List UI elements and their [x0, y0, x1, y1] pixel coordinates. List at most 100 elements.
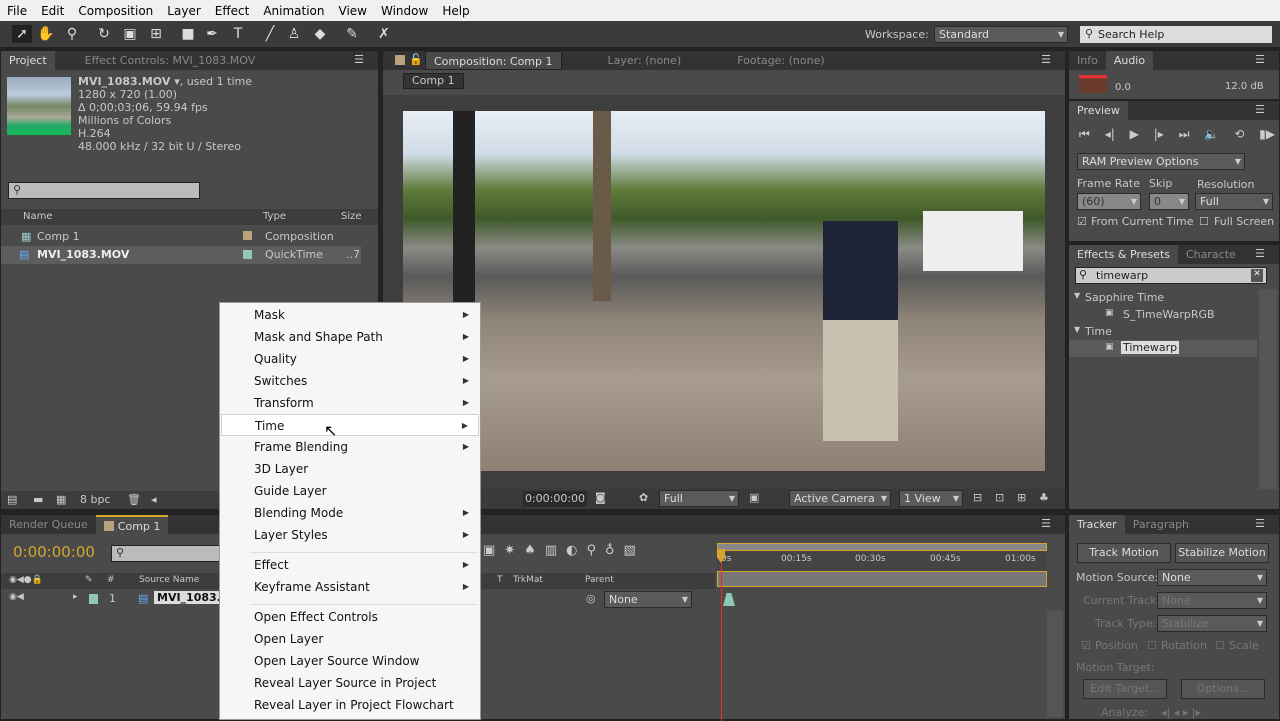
menu-item-guide-layer[interactable]: Guide Layer [221, 480, 479, 502]
panel-menu-icon[interactable]: ☰ [1255, 53, 1265, 66]
puppet-pin-tool-icon[interactable]: ✗ [374, 25, 394, 43]
pickwhip-icon[interactable]: ◎ [586, 592, 596, 605]
menu-item-blending-mode[interactable]: Blending Mode ▶ [221, 502, 479, 524]
tab-effect-controls[interactable]: Effect Controls: MVI_1083.MOV [55, 51, 264, 70]
label-color[interactable] [243, 231, 252, 240]
resolution-select[interactable]: Full [1195, 193, 1273, 210]
keyframe-marker[interactable] [723, 593, 735, 606]
expand-triangle-icon[interactable]: ▸ [73, 592, 78, 602]
tab-render-queue[interactable]: Render Queue [1, 515, 96, 534]
comp-viewer[interactable] [383, 95, 1065, 489]
ram-preview-icon[interactable]: ▮▶ [1259, 127, 1275, 142]
tab-composition[interactable]: Composition: Comp 1 [425, 51, 562, 70]
interpret-footage-icon[interactable]: ▤ [7, 493, 17, 506]
menu-edit[interactable]: Edit [34, 4, 71, 18]
view-layout-select[interactable]: 1 View [899, 490, 963, 507]
resolution-select[interactable]: Full [659, 490, 739, 507]
full-screen-checkbox[interactable]: ☐ [1199, 215, 1209, 228]
col-source-name[interactable]: Source Name [139, 575, 199, 585]
tab-preview[interactable]: Preview [1069, 101, 1128, 120]
first-frame-icon[interactable]: ⏮ [1079, 127, 1090, 142]
mute-icon[interactable]: 🔈 [1204, 127, 1219, 142]
tab-paragraph[interactable]: Paragraph [1125, 515, 1197, 534]
hand-tool-icon[interactable]: ✋ [36, 25, 56, 43]
brush-tool-icon[interactable]: ╱ [260, 25, 280, 43]
menu-item-mask[interactable]: Mask ▶ [221, 304, 479, 326]
timeline-scrollbar[interactable] [1047, 611, 1063, 717]
camera-tool-icon[interactable]: ▣ [120, 25, 140, 43]
tab-character[interactable]: Characte [1178, 245, 1244, 264]
parent-select[interactable]: None [604, 591, 692, 608]
tree-item-s-timewarprgb[interactable]: ▣ S_TimeWarpRGB [1069, 306, 1257, 323]
scroll-left-icon[interactable]: ◂ [151, 493, 157, 506]
clone-stamp-tool-icon[interactable]: ♙ [284, 25, 304, 43]
col-size[interactable]: Size [341, 211, 362, 222]
menu-animation[interactable]: Animation [256, 4, 331, 18]
menu-item-effect[interactable]: Effect ▶ [221, 554, 479, 576]
time-ruler[interactable]: 0s 00:15s 00:30s 00:45s 01:00s [717, 543, 1047, 573]
lock-icon[interactable]: 🔓 [409, 53, 423, 66]
menu-window[interactable]: Window [374, 4, 435, 18]
comp-breadcrumb[interactable]: Comp 1 [403, 73, 464, 89]
menu-item-switches[interactable]: Switches ▶ [221, 370, 479, 392]
track-motion-button[interactable]: Track Motion [1077, 543, 1171, 563]
play-icon[interactable]: ▶ [1130, 127, 1139, 142]
rectangle-tool-icon[interactable]: ■ [178, 25, 198, 43]
last-frame-icon[interactable]: ⏭ [1179, 127, 1190, 142]
menu-item-layer-styles[interactable]: Layer Styles ▶ [221, 524, 479, 546]
menu-item-open-layer[interactable]: Open Layer [221, 628, 479, 650]
work-area-bar[interactable] [717, 543, 1047, 551]
tree-item-timewarp[interactable]: ▣ Timewarp [1069, 340, 1257, 357]
menu-item-frame-blending[interactable]: Frame Blending ▶ [221, 436, 479, 458]
tree-icon[interactable]: ♣ [1039, 491, 1049, 504]
col-type[interactable]: Type [263, 211, 286, 222]
menu-item-quality[interactable]: Quality ▶ [221, 348, 479, 370]
effects-search-input[interactable]: timewarp [1075, 267, 1267, 284]
menu-item-3d-layer[interactable]: 3D Layer [221, 458, 479, 480]
menu-item-time[interactable]: Time ▶ [221, 414, 479, 436]
stabilize-motion-button[interactable]: Stabilize Motion [1175, 543, 1269, 563]
layer-duration-bar[interactable] [717, 571, 1047, 587]
tab-effects-presets[interactable]: Effects & Presets [1069, 245, 1178, 264]
text-tool-icon[interactable]: T [228, 25, 248, 43]
tab-tracker[interactable]: Tracker [1069, 515, 1125, 534]
tab-comp-1[interactable]: Comp 1 [95, 515, 169, 534]
project-item-comp[interactable]: ▦ Comp 1 Composition [1, 228, 361, 246]
skip-select[interactable]: 0 [1149, 193, 1189, 210]
menu-item-keyframe-assistant[interactable]: Keyframe Assistant ▶ [221, 576, 479, 598]
menu-effect[interactable]: Effect [208, 4, 257, 18]
new-folder-icon[interactable]: ▬ [33, 493, 43, 506]
menu-item-mask-and-shape-path[interactable]: Mask and Shape Path ▶ [221, 326, 479, 348]
visibility-icon[interactable]: ◉◀ [9, 592, 24, 602]
tab-layer[interactable]: Layer: (none) [600, 51, 690, 70]
options-button[interactable]: Options... [1181, 679, 1265, 699]
tab-project[interactable]: Project [1, 51, 55, 70]
trash-icon[interactable]: 🗑 [127, 493, 141, 506]
label-color[interactable] [89, 594, 98, 604]
camera-select[interactable]: Active Camera [789, 490, 891, 507]
timeline-icon[interactable]: ⊡ [995, 491, 1004, 504]
prev-frame-icon[interactable]: ◂| [1105, 127, 1115, 142]
playhead-line[interactable] [721, 563, 722, 721]
rotate-tool-icon[interactable]: ↻ [94, 25, 114, 43]
rotation-checkbox[interactable]: ☐ [1147, 639, 1157, 652]
menu-help[interactable]: Help [435, 4, 476, 18]
workspace-select[interactable]: Standard [934, 26, 1068, 43]
menu-item-transform[interactable]: Transform ▶ [221, 392, 479, 414]
tab-info[interactable]: Info [1069, 51, 1106, 70]
pen-tool-icon[interactable]: ✒ [202, 25, 222, 43]
bit-depth-button[interactable]: 8 bpc [80, 493, 111, 506]
project-search-input[interactable]: ⚲ [8, 182, 200, 199]
loop-icon[interactable]: ⟲ [1234, 127, 1244, 142]
panel-menu-icon[interactable]: ☰ [1255, 517, 1265, 530]
panel-menu-icon[interactable]: ☰ [1255, 103, 1265, 116]
region-of-interest-icon[interactable]: ▣ [749, 491, 759, 504]
current-time-display[interactable]: 0:00:00:00 [523, 491, 587, 507]
timeline-current-time[interactable]: 0:00:00:00 [13, 543, 95, 561]
tree-group-time[interactable]: ▼ Time [1069, 323, 1257, 340]
menu-item-open-effect-controls[interactable]: Open Effect Controls [221, 606, 479, 628]
menu-item-reveal-layer-in-project-flowchart[interactable]: Reveal Layer in Project Flowchart [221, 694, 479, 716]
menu-composition[interactable]: Composition [71, 4, 160, 18]
tree-group-sapphire[interactable]: ▼ Sapphire Time [1069, 289, 1257, 306]
edit-target-button[interactable]: Edit Target... [1083, 679, 1167, 699]
